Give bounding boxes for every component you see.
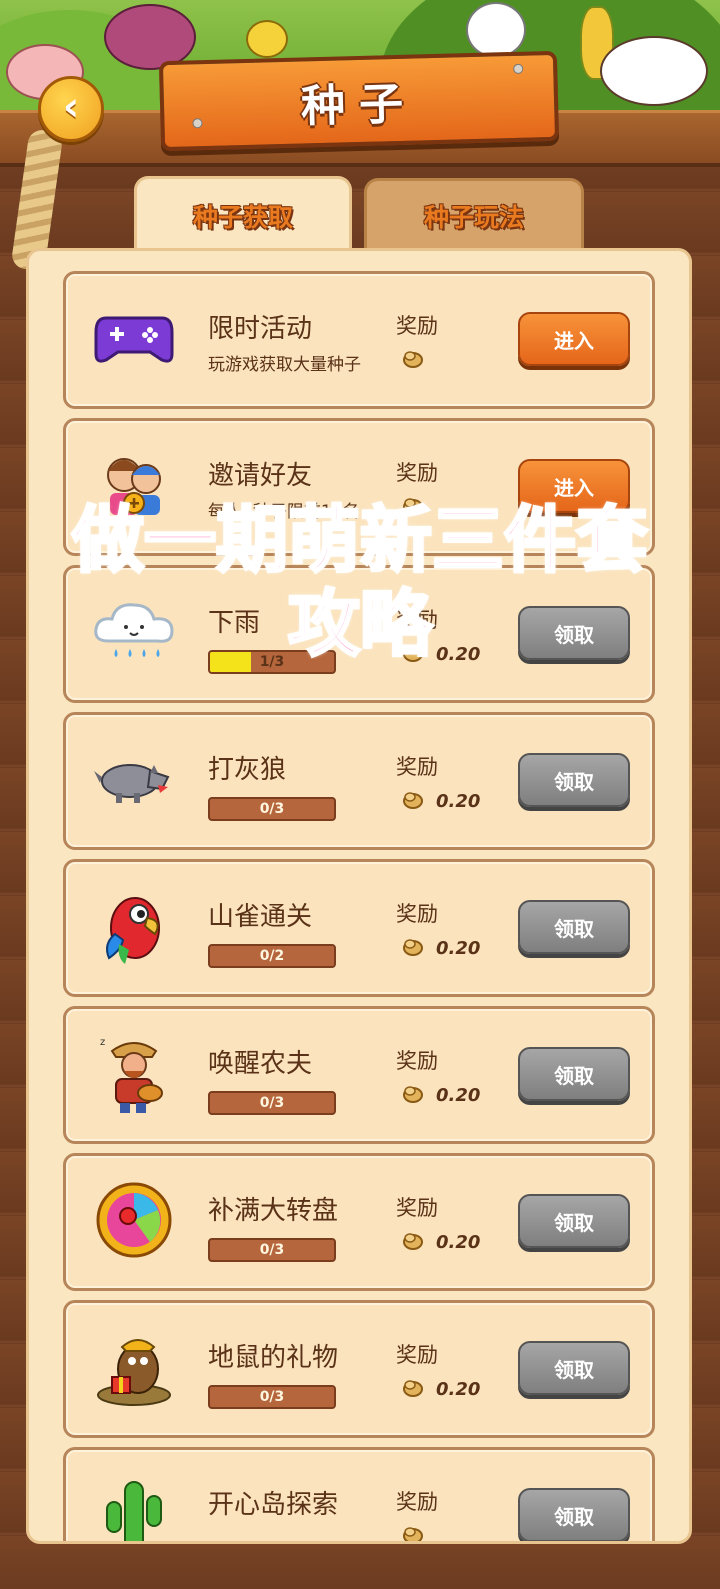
reward-amount: 0.20	[436, 644, 481, 665]
chick-icon	[246, 20, 288, 58]
friends-icon	[92, 443, 176, 527]
task-card-island-explore: 开心岛探索 奖励 领取	[63, 1447, 655, 1541]
enter-button[interactable]: 进入	[518, 459, 630, 513]
reward-label: 奖励	[396, 755, 438, 779]
progress-text: 0/3	[259, 801, 285, 817]
cactus-icon	[92, 1472, 176, 1541]
farmer-icon: z	[92, 1031, 176, 1115]
progress-text: 0/2	[259, 948, 285, 964]
task-card-wolf: 打灰狼 0/3 奖励 0.20 领取	[63, 712, 655, 850]
cow-icon	[600, 36, 708, 106]
seed-icon	[403, 1527, 423, 1541]
progress-bar: 0/3	[208, 1091, 336, 1115]
reward-label: 奖励	[396, 1343, 438, 1367]
reward-label: 奖励	[396, 1196, 438, 1220]
task-card-invite-friends: 邀请好友 每人2种子限前10名 奖励 进入	[63, 418, 655, 556]
seed-icon	[403, 645, 423, 662]
task-name: 限时活动	[208, 314, 313, 344]
mole-gift-icon	[92, 1325, 176, 1409]
progress-text: 1/3	[259, 654, 285, 670]
seed-icon	[403, 939, 423, 956]
task-card-bird-level: 山雀通关 0/2 奖励 0.20 领取	[63, 859, 655, 997]
seed-icon	[403, 351, 423, 368]
task-name: 山雀通关	[208, 902, 313, 932]
wheel-icon	[92, 1178, 176, 1262]
progress-text: 0/3	[259, 1242, 285, 1258]
task-name: 唤醒农夫	[208, 1049, 313, 1079]
gamepad-icon	[92, 296, 176, 380]
task-card-mole-gift: 地鼠的礼物 0/3 奖励 0.20 领取	[63, 1300, 655, 1438]
claim-button[interactable]: 领取	[518, 1047, 630, 1101]
task-card-rain: 下雨 1/3 奖励 0.20 领取	[63, 565, 655, 703]
reward-label: 奖励	[396, 314, 438, 338]
tab-seed-acquire[interactable]: 种子获取	[134, 176, 352, 253]
task-card-wake-farmer: z 唤醒农夫 0/3 奖励 0.20 领取	[63, 1006, 655, 1144]
task-card-fill-wheel: 补满大转盘 0/3 奖励 0.20 领取	[63, 1153, 655, 1291]
task-name: 打灰狼	[208, 755, 287, 785]
progress-bar: 0/3	[208, 797, 336, 821]
seed-icon	[403, 1086, 423, 1103]
reward-label: 奖励	[396, 461, 438, 485]
seed-icon	[403, 1233, 423, 1250]
progress-bar: 0/3	[208, 1385, 336, 1409]
reward-amount: 0.20	[436, 1232, 481, 1253]
reward-amount: 0.20	[436, 1085, 481, 1106]
reward-amount: 0.20	[436, 791, 481, 812]
seed-icon	[403, 1380, 423, 1397]
chevron-left-icon: ‹	[62, 84, 80, 130]
claim-button[interactable]: 领取	[518, 1194, 630, 1248]
claim-button[interactable]: 领取	[518, 900, 630, 954]
task-name: 开心岛探索	[208, 1490, 339, 1520]
claim-button[interactable]: 领取	[518, 1341, 630, 1395]
tab-seed-gameplay[interactable]: 种子玩法	[364, 178, 584, 251]
task-name: 下雨	[208, 608, 261, 638]
progress-bar: 1/3	[208, 650, 336, 674]
task-name: 邀请好友	[208, 461, 313, 491]
task-card-limited-event: 限时活动 玩游戏获取大量种子 奖励 进入	[63, 271, 655, 409]
task-description: 玩游戏获取大量种子	[208, 355, 361, 375]
chicken-icon	[466, 2, 526, 58]
nail-decoration	[192, 118, 203, 129]
parrot-icon	[92, 884, 176, 968]
rain-cloud-icon	[92, 590, 176, 674]
progress-bar: 0/3	[208, 1238, 336, 1262]
reward-label: 奖励	[396, 608, 438, 632]
enter-button[interactable]: 进入	[518, 312, 630, 366]
progress-text: 0/3	[259, 1389, 285, 1405]
task-list-panel: 限时活动 玩游戏获取大量种子 奖励 进入 邀请好友 每人2种子限前10名 奖励 …	[26, 248, 692, 1544]
task-name: 地鼠的礼物	[208, 1343, 339, 1373]
wolf-icon	[92, 737, 176, 821]
progress-text: 0/3	[259, 1095, 285, 1111]
page-title: 种子	[300, 78, 418, 133]
claim-button[interactable]: 领取	[518, 753, 630, 807]
reward-amount: 0.20	[436, 938, 481, 959]
seed-icon	[403, 792, 423, 809]
claim-button[interactable]: 领取	[518, 1488, 630, 1541]
task-name: 补满大转盘	[208, 1196, 339, 1226]
progress-bar: 0/2	[208, 944, 336, 968]
title-board: 种子	[158, 50, 560, 152]
nail-decoration	[513, 63, 524, 74]
claim-button[interactable]: 领取	[518, 606, 630, 660]
seed-icon	[403, 498, 423, 515]
reward-label: 奖励	[396, 902, 438, 926]
task-description: 每人2种子限前10名	[208, 502, 360, 522]
reward-label: 奖励	[396, 1049, 438, 1073]
back-button[interactable]: ‹	[38, 76, 104, 142]
svg-text:z: z	[100, 1037, 105, 1048]
reward-amount: 0.20	[436, 1379, 481, 1400]
reward-label: 奖励	[396, 1490, 438, 1514]
